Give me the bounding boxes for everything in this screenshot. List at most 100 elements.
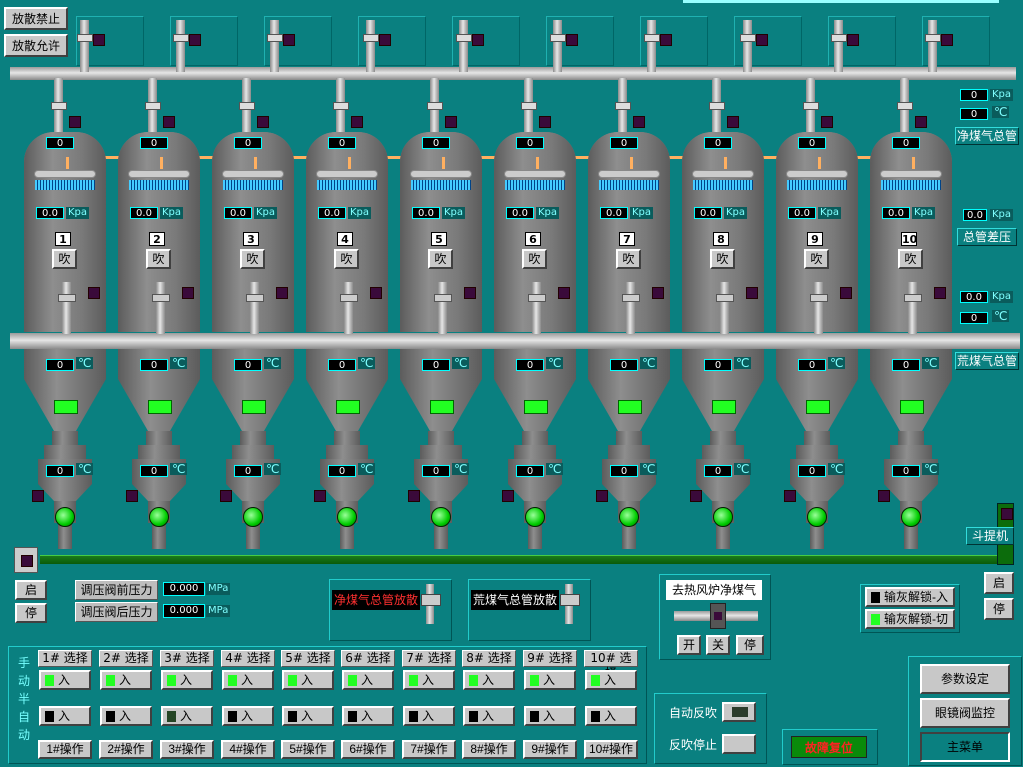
select-in-auto-label: 入 — [58, 673, 71, 687]
conveyor-stop-button[interactable]: 停 — [15, 603, 47, 623]
blow-button[interactable]: 吹 — [616, 249, 641, 269]
conveyor-belt — [40, 555, 997, 564]
elevator-stop-button[interactable]: 停 — [984, 598, 1014, 620]
mid-temp-unit: ℃ — [452, 356, 470, 370]
select-in-auto-button[interactable]: 入 — [100, 670, 152, 690]
conveyor-start-button[interactable]: 启 — [15, 580, 47, 600]
vessel-pressure-display: 0.0 — [224, 207, 252, 219]
operate-button[interactable]: 4#操作 — [221, 740, 275, 759]
blow-button[interactable]: 吹 — [240, 249, 265, 269]
select-in-auto-label: 入 — [241, 673, 254, 687]
operate-button[interactable]: 3#操作 — [160, 740, 214, 759]
furnace-open-button[interactable]: 开 — [677, 635, 701, 655]
mid-temp-unit: ℃ — [734, 356, 752, 370]
outlet-valve-icon — [51, 102, 67, 110]
vent-forbid-button[interactable]: 放散禁止 — [4, 7, 68, 30]
blow-button[interactable]: 吹 — [146, 249, 171, 269]
operate-button[interactable]: 5#操作 — [281, 740, 335, 759]
clean-gas-vent-label[interactable]: 净煤气总管放散 — [332, 590, 420, 610]
outlet-valve-icon — [897, 102, 913, 110]
furnace-stop-button[interactable]: 停 — [736, 635, 764, 655]
clean-gas-temp-unit: ℃ — [992, 105, 1010, 119]
vessel-number: 10 — [901, 232, 918, 246]
raw-gas-vent-label[interactable]: 荒煤气总管放散 — [471, 590, 559, 610]
select-in-auto-button[interactable]: 入 — [403, 670, 455, 690]
header-pipe — [598, 170, 660, 178]
fault-reset-button[interactable]: 故障复位 — [791, 736, 867, 758]
post-valve-pressure-label: 调压阀后压力 — [75, 602, 158, 622]
blow-button[interactable]: 吹 — [804, 249, 829, 269]
low-temp-unit: ℃ — [452, 462, 470, 476]
select-in-manual-button[interactable]: 入 — [282, 706, 334, 726]
select-in-auto-button[interactable]: 入 — [463, 670, 515, 690]
vent-valve-status — [189, 34, 201, 46]
vent-valve-icon — [363, 34, 379, 42]
ash-unlock-cut-button[interactable]: 输灰解锁-切 — [865, 609, 955, 629]
select-in-auto-button[interactable]: 入 — [161, 670, 213, 690]
outlet-valve-icon — [239, 102, 255, 110]
select-in-auto-button[interactable]: 入 — [282, 670, 334, 690]
select-in-auto-label: 入 — [604, 673, 617, 687]
blow-button[interactable]: 吹 — [522, 249, 547, 269]
select-in-manual-button[interactable]: 入 — [403, 706, 455, 726]
select-in-manual-button[interactable]: 入 — [342, 706, 394, 726]
inlet-valve-status — [840, 287, 852, 299]
ash-valve-indicator — [430, 400, 454, 414]
blow-button[interactable]: 吹 — [52, 249, 77, 269]
valve-monitor-button[interactable]: 眼镜阀监控 — [920, 698, 1010, 728]
blow-button[interactable]: 吹 — [898, 249, 923, 269]
select-in-auto-label: 入 — [482, 673, 495, 687]
vessel-pressure-unit: Kpa — [818, 207, 842, 219]
select-in-manual-button[interactable]: 入 — [585, 706, 637, 726]
select-in-manual-button[interactable]: 入 — [161, 706, 213, 726]
select-in-manual-button[interactable]: 入 — [100, 706, 152, 726]
mid-temp-display: 0 — [892, 359, 920, 371]
raw-gas-pressure-unit: Kpa — [990, 291, 1014, 303]
vent-allow-button[interactable]: 放散允许 — [4, 34, 68, 57]
outlet-valve-icon — [145, 102, 161, 110]
param-settings-button[interactable]: 参数设定 — [920, 664, 1010, 694]
low-temp-display: 0 — [892, 465, 920, 477]
select-in-manual-button[interactable]: 入 — [463, 706, 515, 726]
operate-button[interactable]: 1#操作 — [38, 740, 92, 759]
blow-stop-button[interactable] — [722, 734, 756, 754]
operate-button[interactable]: 2#操作 — [99, 740, 153, 759]
select-in-auto-button[interactable]: 入 — [39, 670, 91, 690]
blow-button[interactable]: 吹 — [428, 249, 453, 269]
select-in-manual-button[interactable]: 入 — [222, 706, 274, 726]
mid-temp-display: 0 — [422, 359, 450, 371]
blow-button[interactable]: 吹 — [710, 249, 735, 269]
operate-button[interactable]: 10#操作 — [584, 740, 638, 759]
furnace-close-button[interactable]: 关 — [706, 635, 730, 655]
main-menu-button[interactable]: 主菜单 — [920, 732, 1010, 762]
elevator-start-button[interactable]: 启 — [984, 572, 1014, 594]
low-temp-unit: ℃ — [358, 462, 376, 476]
outlet-valve-status — [915, 116, 927, 128]
filter-bags — [129, 180, 189, 190]
auto-blow-button[interactable] — [722, 702, 756, 722]
manual-indicator — [409, 711, 418, 723]
blow-button[interactable]: 吹 — [334, 249, 359, 269]
ash-valve-indicator — [524, 400, 548, 414]
select-in-auto-button[interactable]: 入 — [585, 670, 637, 690]
discharge-valve-indicator — [901, 507, 921, 527]
select-label: 9# 选择 — [523, 650, 577, 667]
operate-button[interactable]: 8#操作 — [462, 740, 516, 759]
select-in-auto-label: 入 — [119, 673, 132, 687]
operate-button[interactable]: 7#操作 — [402, 740, 456, 759]
operate-button[interactable]: 9#操作 — [523, 740, 577, 759]
select-in-auto-button[interactable]: 入 — [524, 670, 576, 690]
select-in-auto-button[interactable]: 入 — [222, 670, 274, 690]
select-in-manual-button[interactable]: 入 — [524, 706, 576, 726]
vent-valve-icon — [831, 34, 847, 42]
low-temp-unit: ℃ — [828, 462, 846, 476]
operate-button[interactable]: 6#操作 — [341, 740, 395, 759]
select-in-auto-button[interactable]: 入 — [342, 670, 394, 690]
select-in-manual-label: 入 — [361, 709, 374, 723]
select-in-manual-button[interactable]: 入 — [39, 706, 91, 726]
filter-bags — [223, 180, 283, 190]
select-in-auto-label: 入 — [301, 673, 314, 687]
ash-unlock-in-button[interactable]: 输灰解锁-入 — [865, 587, 955, 607]
select-label: 1# 选择 — [38, 650, 92, 667]
inlet-pipe — [532, 282, 541, 334]
